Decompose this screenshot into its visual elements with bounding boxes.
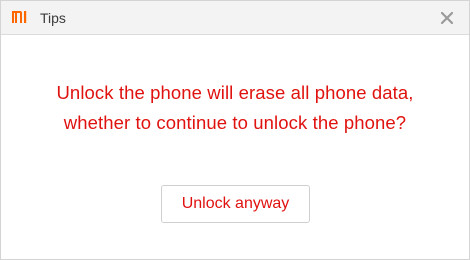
title-bar[interactable]: Tips [1,1,469,35]
window-title: Tips [40,10,66,26]
warning-message: Unlock the phone will erase all phone da… [56,82,414,133]
mi-logo-icon [12,11,27,23]
close-icon[interactable] [439,10,455,26]
unlock-anyway-button[interactable]: Unlock anyway [161,185,310,223]
tips-dialog: Tips Unlock the phone will erase all pho… [0,0,470,260]
